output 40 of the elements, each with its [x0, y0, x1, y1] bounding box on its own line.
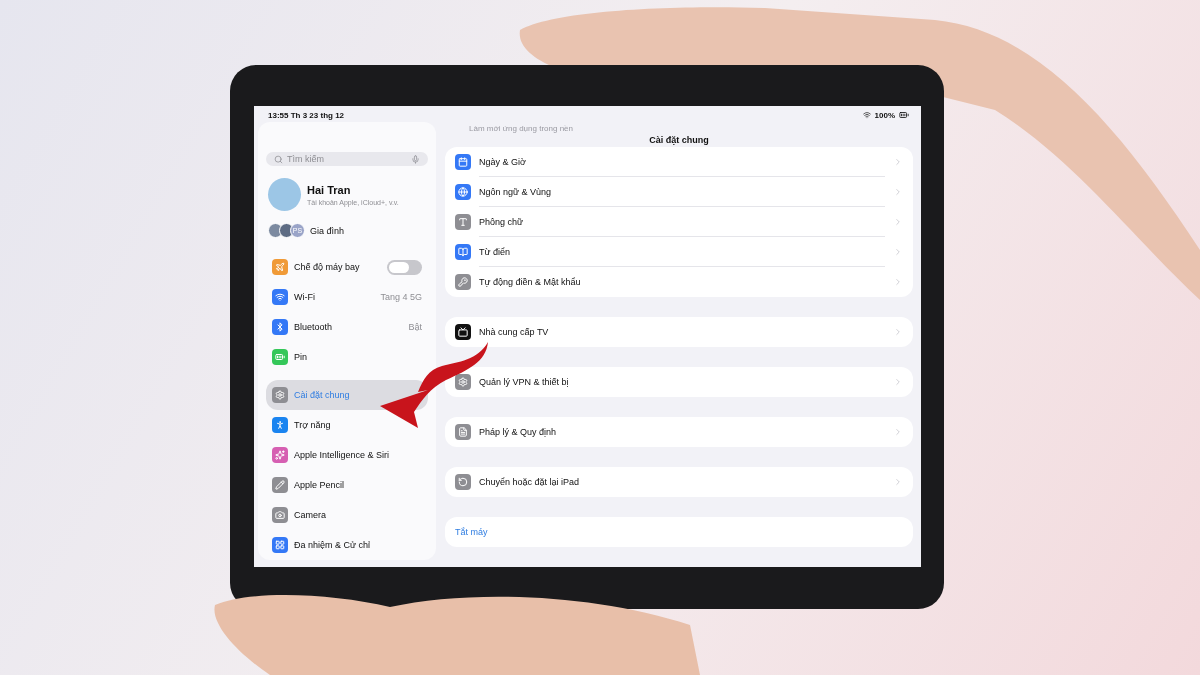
chevron-icon	[893, 187, 903, 197]
settings-row[interactable]: Chuyển hoặc đặt lại iPad	[445, 467, 913, 497]
avatar[interactable]	[268, 178, 301, 211]
sidebar-item[interactable]: Đa nhiệm & Cử chỉ	[266, 530, 428, 560]
chevron-icon	[893, 217, 903, 227]
family-label[interactable]: Gia đình	[305, 225, 345, 236]
chevron-icon	[893, 247, 903, 257]
status-time: 13:55 Th 3 23 thg 12	[268, 110, 345, 120]
shutdown-link[interactable]: Tắt máy	[445, 517, 913, 547]
microphone-icon[interactable]	[411, 154, 420, 164]
chevron-icon	[893, 277, 903, 287]
settings-row[interactable]: Quản lý VPN & thiết bị	[445, 367, 913, 397]
battery-icon	[899, 110, 909, 120]
wifi-icon	[862, 111, 871, 119]
sidebar-item[interactable]: Trợ năng	[266, 410, 428, 440]
profile-name[interactable]: Hai Tran	[307, 183, 399, 196]
settings-row[interactable]: Tự động điền & Mật khẩu	[445, 267, 913, 297]
sidebar-item[interactable]: Pin	[266, 342, 428, 372]
chevron-icon	[893, 377, 903, 387]
chevron-icon	[893, 157, 903, 167]
chevron-icon	[893, 477, 903, 487]
faded-row-label: Làm mới ứng dụng trong nền	[468, 124, 574, 133]
page-title: Cài đặt chung	[648, 135, 710, 145]
search-icon	[274, 154, 283, 164]
sidebar-item[interactable]: Apple Pencil	[266, 470, 428, 500]
settings-row[interactable]: Ngày & Giờ	[445, 147, 913, 177]
sidebar-item[interactable]: Bluetooth Bật	[266, 312, 428, 342]
sidebar-item[interactable]: Wi-Fi Tang 4 5G	[266, 282, 428, 312]
settings-row[interactable]: Ngôn ngữ & Vùng	[445, 177, 913, 207]
sidebar-item[interactable]: Camera	[266, 500, 428, 530]
settings-row[interactable]: Pháp lý & Quy định	[445, 417, 913, 447]
settings-row[interactable]: Nhà cung cấp TV	[445, 317, 913, 347]
chevron-icon	[893, 427, 903, 437]
chevron-icon	[893, 327, 903, 337]
toggle-switch[interactable]	[387, 259, 422, 275]
settings-row[interactable]: Từ điển	[445, 237, 913, 267]
settings-row[interactable]: Phông chữ	[445, 207, 913, 237]
sidebar-item[interactable]: Chế độ máy bay	[266, 252, 428, 282]
battery-percent: 100%	[874, 110, 895, 120]
sidebar-item[interactable]: Apple Intelligence & Siri	[266, 440, 428, 470]
